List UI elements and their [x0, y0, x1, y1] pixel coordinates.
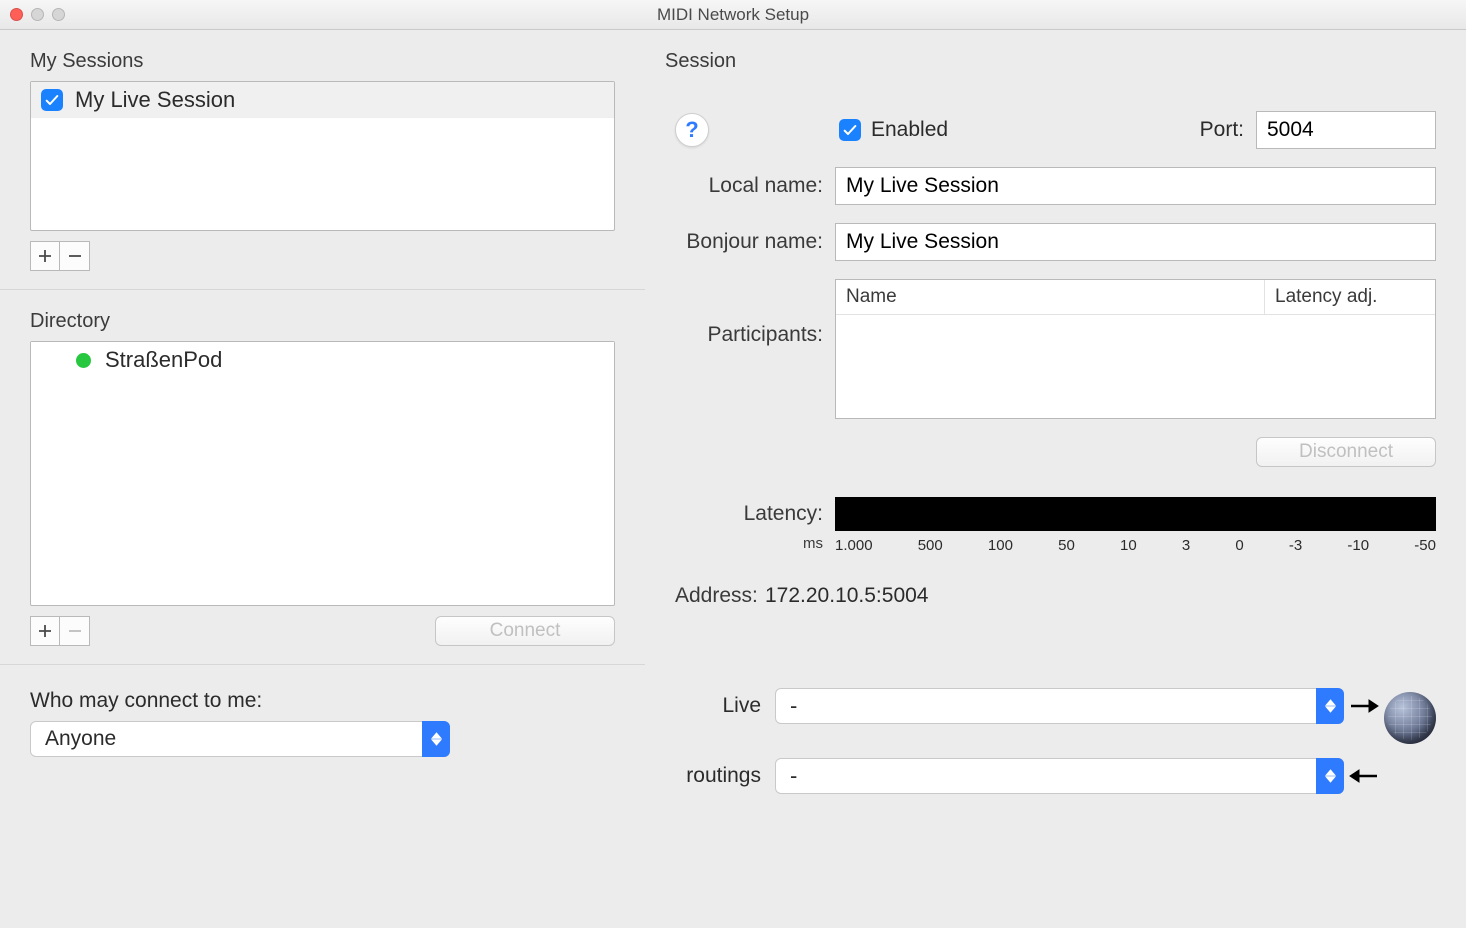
window-title: MIDI Network Setup: [0, 5, 1466, 25]
directory-list[interactable]: StraßenPod: [30, 341, 615, 606]
participants-label: Participants:: [645, 279, 835, 347]
select-stepper-icon[interactable]: [1316, 758, 1344, 794]
arrow-right-icon: [1344, 699, 1384, 713]
session-heading: Session: [645, 30, 1436, 81]
add-directory-button[interactable]: [30, 616, 60, 646]
participants-col-name[interactable]: Name: [836, 280, 1265, 314]
who-connect-select[interactable]: Anyone: [30, 721, 450, 757]
bonjour-name-label: Bonjour name:: [645, 230, 835, 254]
routing-in-select[interactable]: -: [775, 758, 1344, 794]
tick: -3: [1289, 537, 1302, 554]
sessions-list[interactable]: My Live Session: [30, 81, 615, 231]
tick: 0: [1235, 537, 1243, 554]
local-name-label: Local name:: [645, 174, 835, 198]
live-routings-label-2: routings: [645, 764, 761, 788]
add-session-button[interactable]: [30, 241, 60, 271]
tick: 50: [1058, 537, 1075, 554]
bonjour-name-field[interactable]: [835, 223, 1436, 261]
tick: 3: [1182, 537, 1190, 554]
participants-col-latency[interactable]: Latency adj.: [1265, 280, 1435, 314]
my-sessions-heading: My Sessions: [0, 30, 645, 81]
routing-out-select[interactable]: -: [775, 688, 1344, 724]
routing-in-value: -: [790, 763, 797, 789]
who-connect-label: Who may connect to me:: [0, 665, 645, 721]
help-icon: ?: [685, 117, 698, 143]
help-button[interactable]: ?: [675, 113, 709, 147]
port-label: Port:: [1200, 118, 1244, 142]
address-value: 172.20.10.5:5004: [765, 584, 929, 608]
arrow-left-icon: [1344, 769, 1384, 783]
tick: 500: [918, 537, 943, 554]
directory-row[interactable]: StraßenPod: [31, 342, 614, 378]
status-online-icon: [76, 353, 91, 368]
latency-graph: [835, 497, 1436, 531]
who-connect-value: Anyone: [45, 727, 116, 751]
latency-unit: ms: [645, 535, 835, 552]
latency-ticks: 1.000 500 100 50 10 3 0 -3 -10 -50: [835, 537, 1436, 554]
select-stepper-icon[interactable]: [422, 721, 450, 757]
tick: -10: [1347, 537, 1369, 554]
titlebar: MIDI Network Setup: [0, 0, 1466, 30]
port-field[interactable]: [1256, 111, 1436, 149]
directory-item-name: StraßenPod: [105, 347, 222, 373]
local-name-field[interactable]: [835, 167, 1436, 205]
select-stepper-icon[interactable]: [1316, 688, 1344, 724]
tick: 100: [988, 537, 1013, 554]
session-name: My Live Session: [75, 87, 235, 113]
connect-button[interactable]: Connect: [435, 616, 615, 646]
routing-out-value: -: [790, 693, 797, 719]
latency-label: Latency:: [645, 502, 835, 526]
tick: 10: [1120, 537, 1137, 554]
network-globe-icon: [1384, 692, 1436, 744]
participants-table[interactable]: Name Latency adj.: [835, 279, 1436, 419]
address-label: Address:: [645, 584, 765, 608]
enabled-label: Enabled: [871, 118, 948, 142]
enabled-checkbox[interactable]: [839, 119, 861, 141]
remove-session-button[interactable]: [60, 241, 90, 271]
session-row[interactable]: My Live Session: [31, 82, 614, 118]
directory-heading: Directory: [0, 290, 645, 341]
live-routings-label-1: Live: [645, 694, 761, 718]
participants-header: Name Latency adj.: [836, 280, 1435, 315]
session-enabled-checkbox[interactable]: [41, 89, 63, 111]
tick: 1.000: [835, 537, 873, 554]
disconnect-button: Disconnect: [1256, 437, 1436, 467]
tick: -50: [1414, 537, 1436, 554]
remove-directory-button: [60, 616, 90, 646]
